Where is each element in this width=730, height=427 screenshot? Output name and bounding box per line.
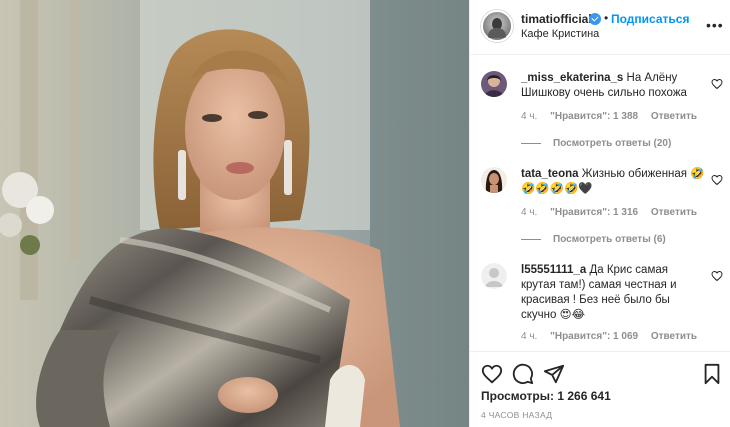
commenter-avatar[interactable] bbox=[481, 263, 507, 289]
comment-username[interactable]: _miss_ekaterina_s bbox=[521, 72, 623, 84]
video-frame-image bbox=[0, 0, 469, 427]
heart-icon[interactable] bbox=[711, 270, 723, 282]
heart-icon[interactable] bbox=[711, 174, 723, 186]
post-location[interactable]: Кафе Кристина bbox=[521, 28, 599, 40]
reply-button[interactable]: Ответить bbox=[651, 207, 697, 218]
comment-likes[interactable]: "Нравится": 1 388 bbox=[550, 111, 638, 122]
replies-line bbox=[521, 142, 541, 144]
post-header: timatiofficial • Подписаться Кафе Кристи… bbox=[470, 0, 730, 55]
author-avatar[interactable] bbox=[481, 10, 513, 42]
post-side-panel: timatiofficial • Подписаться Кафе Кристи… bbox=[469, 0, 730, 427]
view-replies-label: Посмотреть ответы (20) bbox=[553, 138, 672, 149]
comment-meta: 4 ч. "Нравится": 1 069 Ответить bbox=[521, 331, 707, 342]
post-video[interactable] bbox=[0, 0, 469, 427]
instagram-post-modal: timatiofficial • Подписаться Кафе Кристи… bbox=[0, 0, 730, 427]
author-username[interactable]: timatiofficial bbox=[521, 12, 592, 26]
comment-username[interactable]: tata_teona bbox=[521, 168, 579, 180]
comment-text: tata_teona Жизнью обиженная 🤣🤣🤣🤣🤣🖤 bbox=[521, 167, 705, 197]
views-number: 1 266 641 bbox=[557, 389, 611, 403]
comment-likes[interactable]: "Нравится": 1 069 bbox=[550, 331, 638, 342]
comment-icon[interactable] bbox=[512, 363, 534, 385]
comment-meta: 4 ч. "Нравится": 1 388 Ответить bbox=[521, 111, 707, 122]
comment-time[interactable]: 4 ч. bbox=[521, 331, 537, 342]
view-replies-label: Посмотреть ответы (6) bbox=[553, 234, 666, 245]
header-separator: • bbox=[604, 11, 609, 25]
verified-badge-icon bbox=[589, 13, 601, 25]
commenter-avatar[interactable] bbox=[481, 167, 507, 193]
heart-icon[interactable] bbox=[481, 363, 503, 385]
views-label: Просмотры: bbox=[481, 389, 555, 403]
heart-icon[interactable] bbox=[711, 78, 723, 90]
commenter-avatar[interactable] bbox=[481, 71, 507, 97]
comment-username[interactable]: l55551111_a bbox=[521, 264, 586, 276]
comment-text: l55551111_a Да Крис самая крутая там!) с… bbox=[521, 263, 705, 323]
comment-meta: 4 ч. "Нравится": 1 316 Ответить bbox=[521, 207, 707, 218]
reply-button[interactable]: Ответить bbox=[651, 111, 697, 122]
more-options-icon[interactable]: ••• bbox=[706, 17, 724, 33]
view-replies-button[interactable]: Посмотреть ответы (20) bbox=[521, 138, 671, 149]
comment-text: _miss_ekaterina_s На Алёну Шишкову очень… bbox=[521, 71, 705, 101]
follow-button[interactable]: Подписаться bbox=[611, 12, 689, 26]
comment-time[interactable]: 4 ч. bbox=[521, 111, 537, 122]
views-count[interactable]: Просмотры: 1 266 641 bbox=[481, 389, 611, 403]
comment-time[interactable]: 4 ч. bbox=[521, 207, 537, 218]
avatar-body bbox=[488, 28, 506, 38]
view-replies-button[interactable]: Посмотреть ответы (6) bbox=[521, 234, 666, 245]
share-icon[interactable] bbox=[543, 363, 565, 385]
bookmark-icon[interactable] bbox=[701, 363, 723, 385]
replies-line bbox=[521, 238, 541, 240]
post-actions: Просмотры: 1 266 641 4 ЧАСОВ НАЗАД bbox=[470, 351, 730, 427]
comment-likes[interactable]: "Нравится": 1 316 bbox=[550, 207, 638, 218]
post-timestamp[interactable]: 4 ЧАСОВ НАЗАД bbox=[481, 410, 552, 420]
reply-button[interactable]: Ответить bbox=[651, 331, 697, 342]
